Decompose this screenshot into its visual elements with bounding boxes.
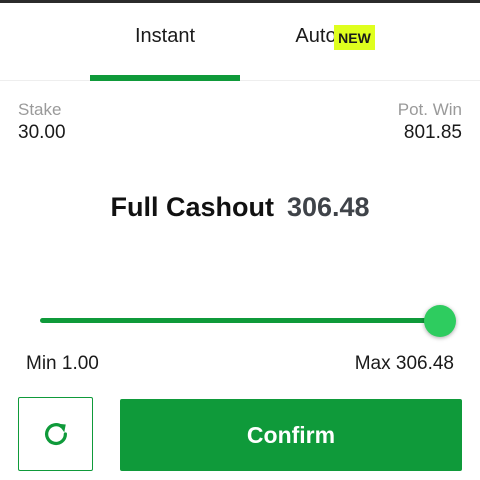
tab-auto-label: Auto (295, 24, 337, 47)
confirm-button[interactable]: Confirm (120, 399, 462, 471)
tab-instant[interactable]: Instant (90, 3, 240, 81)
refresh-button[interactable] (18, 397, 93, 471)
cashout-tabs: Instant Auto (0, 3, 480, 81)
new-badge: NEW (334, 25, 375, 50)
slider-thumb[interactable] (424, 305, 456, 337)
cashout-label: Full Cashout (110, 192, 274, 222)
stake-block: Stake 30.00 (18, 100, 66, 146)
stake-label: Stake (18, 100, 62, 119)
tab-instant-label: Instant (134, 24, 196, 47)
stake-value: 30.00 (18, 122, 66, 143)
slider-track (40, 318, 440, 323)
min-label: Min 1.00 (26, 353, 99, 374)
pot-win-block: Pot. Win 801.85 (398, 100, 462, 146)
pot-win-label: Pot. Win (397, 100, 462, 119)
refresh-icon (44, 423, 67, 446)
tab-auto[interactable]: Auto (250, 3, 400, 81)
max-label: Max 306.48 (354, 353, 454, 374)
pot-win-value: 801.85 (403, 122, 462, 143)
active-tab-indicator (90, 75, 240, 81)
cashout-slider[interactable] (40, 304, 456, 338)
cashout-summary: Full Cashout 306.48 (0, 192, 480, 223)
cashout-amount: 306.48 (286, 192, 370, 222)
